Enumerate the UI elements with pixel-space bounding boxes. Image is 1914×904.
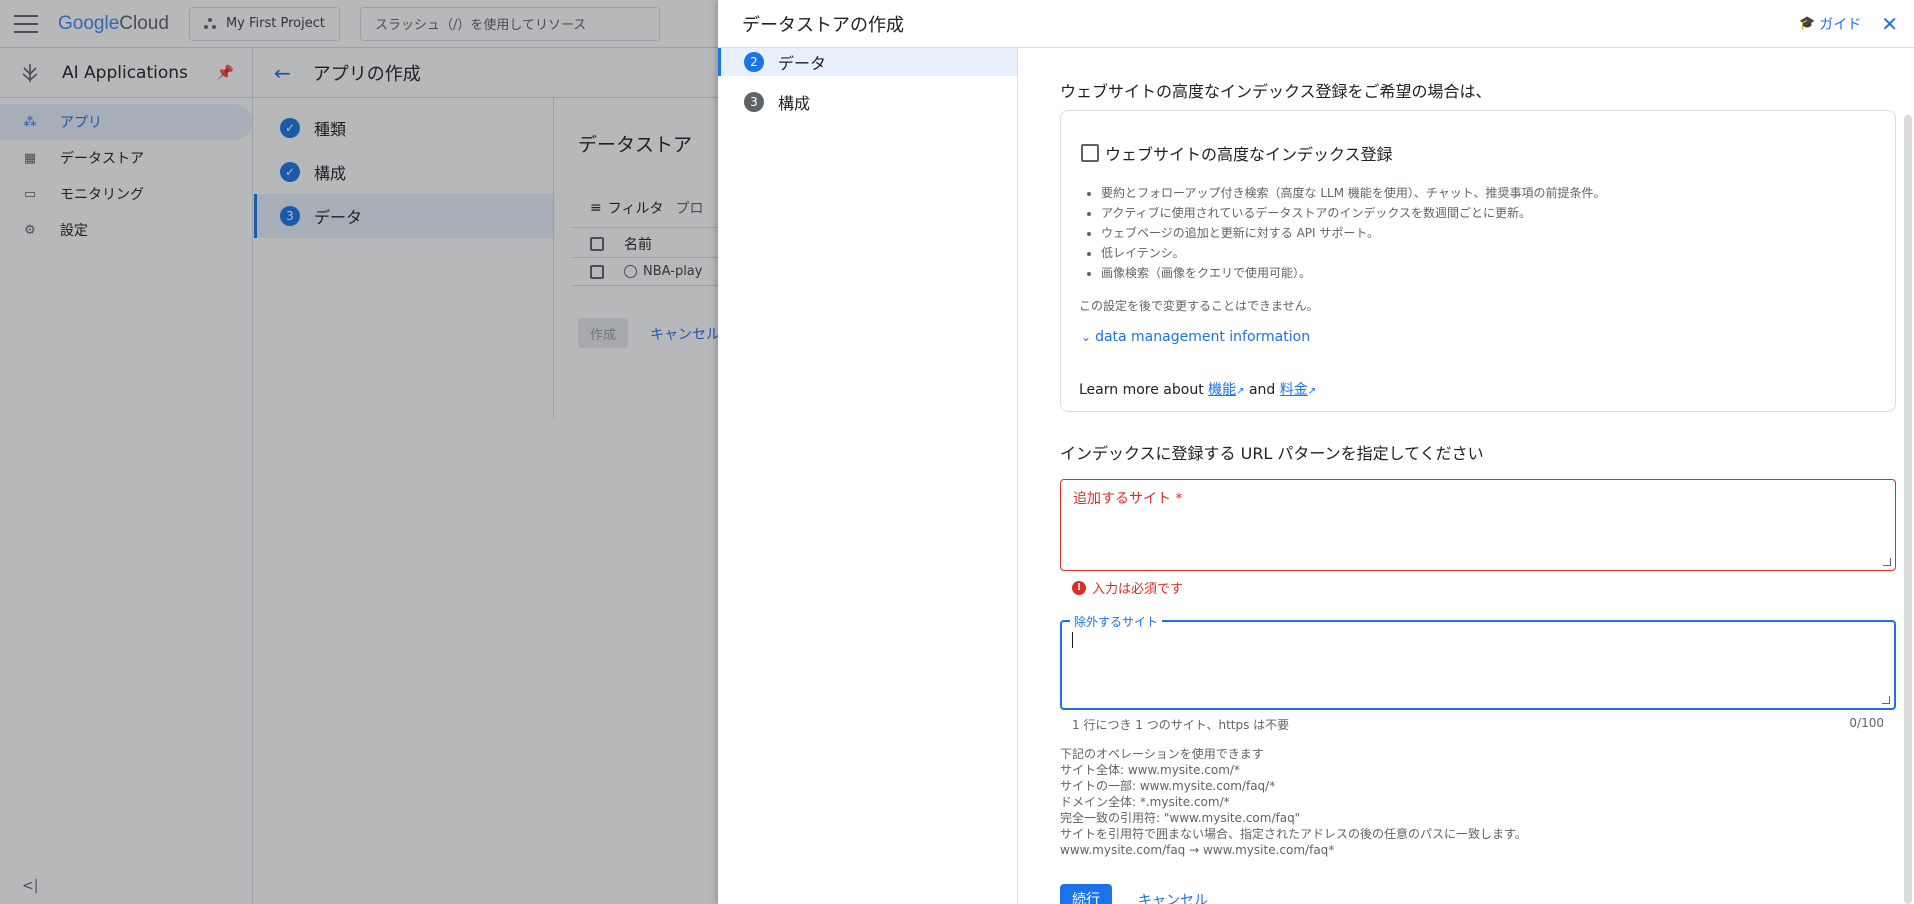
datastore-stepper: 2 データ 3 構成: [718, 48, 1018, 904]
step-label: 構成: [778, 94, 811, 113]
guide-link[interactable]: 🎓 ガイド: [1799, 14, 1861, 34]
ops-line: 下記のオペレーションを使用できます: [1060, 747, 1264, 761]
cancel-button[interactable]: キャンセル: [1138, 890, 1208, 904]
text-caret: [1072, 632, 1073, 648]
url-pattern-title: インデックスに登録する URL パターンを指定してください: [1060, 444, 1484, 463]
pricing-link[interactable]: 料金: [1280, 382, 1308, 398]
learn-more-text: Learn more about 機能↗ and 料金↗: [1079, 379, 1316, 399]
list-item: 低レイテンシ。: [1101, 245, 1623, 261]
advanced-indexing-label: ウェブサイトの高度なインデックス登録: [1105, 145, 1393, 164]
ops-line: サイトを引用符で囲まない場合、指定されたアドレスの後の任意のパスに一致します。: [1060, 827, 1527, 841]
error-icon: !: [1072, 580, 1086, 595]
sites-to-add-label: 追加するサイト *: [1073, 491, 1183, 507]
advanced-intro: ウェブサイトの高度なインデックス登録をご希望の場合は、: [1060, 82, 1492, 101]
list-item: ウェブページの追加と更新に対する API サポート。: [1101, 225, 1623, 241]
sites-to-add-field[interactable]: 追加するサイト *: [1060, 479, 1896, 571]
features-link[interactable]: 機能: [1208, 382, 1236, 398]
ops-line: www.mysite.com/faq → www.mysite.com/faq*: [1060, 843, 1335, 857]
close-icon[interactable]: ✕: [1881, 12, 1898, 36]
advanced-indexing-card: ウェブサイトの高度なインデックス登録 要約とフォローアップ付き検索（高度な LL…: [1060, 110, 1896, 412]
panel-content: ウェブサイトの高度なインデックス登録をご希望の場合は、 ウェブサイトの高度なイン…: [1042, 48, 1896, 904]
chevron-down-icon: ⌄: [1081, 330, 1092, 344]
list-item: 画像検索（画像をクエリで使用可能）。: [1101, 265, 1623, 281]
data-management-info-link[interactable]: ⌄ data management information: [1081, 329, 1310, 345]
cannot-change-note: この設定を後で変更することはできません。: [1079, 299, 1319, 313]
learn-prefix: Learn more about: [1079, 382, 1209, 398]
resize-handle[interactable]: [1882, 696, 1890, 704]
list-item: 要約とフォローアップ付き検索（高度な LLM 機能を使用）、チャット、推奨事項の…: [1101, 185, 1623, 201]
learn-and: and: [1244, 382, 1280, 398]
guide-label: ガイド: [1819, 16, 1862, 33]
graduation-cap-icon: 🎓: [1799, 16, 1816, 31]
step-data[interactable]: 2 データ: [718, 48, 1017, 76]
list-item: アクティブに使用されているデータストアのインデックスを数週間ごとに更新。: [1101, 205, 1623, 221]
feature-list: 要約とフォローアップ付き検索（高度な LLM 機能を使用）、チャット、推奨事項の…: [1083, 185, 1623, 285]
step-label: データ: [778, 54, 827, 73]
step-number: 2: [744, 52, 764, 72]
sites-to-exclude-field[interactable]: 除外するサイト: [1060, 613, 1896, 710]
advanced-indexing-checkbox[interactable]: [1081, 144, 1099, 162]
step-config[interactable]: 3 構成: [718, 84, 1017, 120]
required-error: ! 入力は必須です: [1072, 578, 1183, 597]
scrollbar[interactable]: [1904, 115, 1912, 904]
continue-button[interactable]: 続行: [1060, 884, 1112, 904]
operations-help: 下記のオペレーションを使用できます サイト全体: www.mysite.com/…: [1060, 746, 1527, 858]
resize-handle[interactable]: [1883, 558, 1891, 566]
external-link-icon: ↗: [1236, 386, 1245, 397]
advanced-indexing-option[interactable]: ウェブサイトの高度なインデックス登録: [1081, 141, 1393, 165]
sites-to-exclude-label: 除外するサイト: [1070, 613, 1163, 630]
error-text: 入力は必須です: [1092, 582, 1184, 597]
scrim-overlay[interactable]: [0, 0, 718, 904]
ops-line: サイト全体: www.mysite.com/*: [1060, 763, 1240, 777]
field-hint: 1 行につき 1 つのサイト、https は不要: [1072, 718, 1290, 732]
ops-line: サイトの一部: www.mysite.com/faq/*: [1060, 779, 1276, 793]
step-number: 3: [744, 92, 764, 112]
panel-title: データストアの作成: [742, 14, 904, 36]
dmi-label: data management information: [1095, 329, 1311, 345]
create-datastore-panel: データストアの作成 🎓 ガイド ✕ 2 データ 3 構成 ウェブサイトの高度なイ…: [718, 0, 1914, 904]
char-counter: 0/100: [1849, 716, 1884, 730]
ops-line: 完全一致の引用符: "www.mysite.com/faq": [1060, 811, 1301, 825]
ops-line: ドメイン全体: *.mysite.com/*: [1060, 795, 1230, 809]
external-link-icon: ↗: [1307, 386, 1317, 397]
panel-header: データストアの作成 🎓 ガイド ✕: [718, 0, 1914, 48]
